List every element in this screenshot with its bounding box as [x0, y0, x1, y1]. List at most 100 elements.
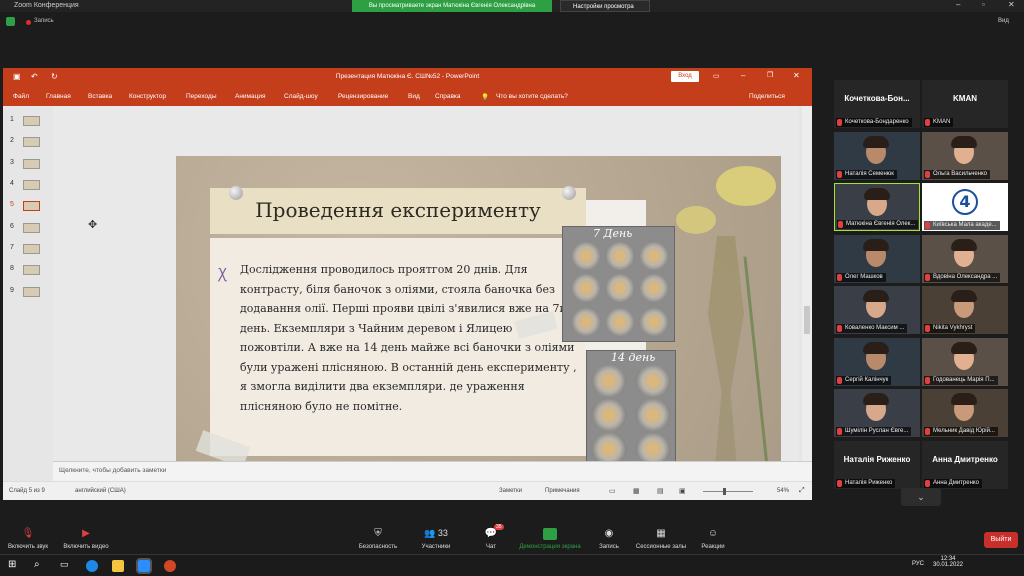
slide[interactable]: Проведення експерименту Ꭓ Дослідження пр…	[176, 156, 781, 497]
tab-insert[interactable]: Вставка	[88, 93, 112, 100]
sorter-view-icon[interactable]: ▦	[633, 487, 640, 495]
windows-start-icon[interactable]: ⊞	[8, 559, 16, 570]
view-button[interactable]: Вид	[998, 18, 1009, 24]
pp-restore-icon[interactable]: ❐	[767, 71, 773, 79]
start-video-button[interactable]: ▶ Включить видео	[58, 528, 114, 550]
chevron-down-icon[interactable]: ⌄	[901, 488, 941, 506]
notes-pane[interactable]: Щелкните, чтобы добавить заметки	[53, 461, 812, 481]
participant-tile[interactable]: Сергій Калінчук	[834, 337, 920, 386]
tab-slideshow[interactable]: Слайд-шоу	[284, 93, 318, 100]
participants-button[interactable]: 👥 33 Участники	[414, 528, 458, 550]
powerpoint-app-icon[interactable]	[164, 560, 176, 572]
task-view-icon[interactable]: ▭	[60, 559, 69, 570]
slide-body-text[interactable]: Дослідження проводилось проятгом 20 днів…	[240, 260, 580, 416]
chat-button[interactable]: 💬 35 Чат	[476, 524, 506, 550]
experiment-photo-day14[interactable]: 14 день	[586, 350, 676, 468]
thumb-number: 7	[10, 244, 14, 251]
mic-muted-icon	[925, 222, 930, 229]
pp-close-icon[interactable]: ✕	[793, 71, 800, 80]
tell-me-input[interactable]: Что вы хотите сделать?	[496, 93, 568, 100]
zoom-slider-thumb[interactable]	[723, 488, 726, 495]
tab-home[interactable]: Главная	[46, 93, 71, 100]
participant-tile[interactable]: Nikita Vykhryst	[922, 286, 1008, 334]
participant-tile[interactable]: Наталія Семенюк	[834, 131, 920, 180]
slide-thumbnail[interactable]	[23, 116, 40, 126]
participants-label: Участники	[421, 544, 451, 550]
participant-tile[interactable]: KMAN KMAN	[922, 80, 1008, 128]
slide-thumbnail[interactable]	[23, 180, 40, 190]
record-label: Запись	[599, 544, 619, 550]
slide-thumbnail[interactable]	[23, 159, 40, 169]
zoom-app-icon[interactable]	[136, 558, 152, 574]
participant-tile[interactable]: 4 Київська Мала акаде...	[922, 183, 1008, 231]
language-indicator[interactable]: РУС	[912, 561, 924, 567]
tab-view[interactable]: Вид	[408, 93, 420, 100]
thumb-number: 1	[10, 116, 14, 123]
pp-minimize-icon[interactable]: –	[741, 71, 745, 80]
vertical-scrollbar[interactable]	[802, 106, 812, 461]
edge-icon[interactable]	[86, 560, 98, 572]
reactions-button[interactable]: ☺ Реакции	[698, 528, 728, 550]
participant-tile[interactable]: Матюкіна Євгенія Олек...	[834, 183, 920, 231]
taskbar-clock[interactable]: 12:34 30.01.2022	[930, 556, 966, 568]
tab-animations[interactable]: Анимация	[235, 93, 266, 100]
maximize-icon[interactable]: ▫	[982, 0, 985, 9]
slide-title[interactable]: Проведення експерименту	[210, 198, 586, 222]
thumb-number: 6	[10, 223, 14, 230]
slide-thumbnail[interactable]	[23, 244, 40, 254]
participant-tile[interactable]: Годованець Марія П...	[922, 337, 1008, 386]
participant-tile[interactable]: Ольга Васильченко	[922, 131, 1008, 180]
minimize-icon[interactable]: –	[956, 0, 960, 9]
reading-view-icon[interactable]: ▤	[657, 487, 664, 495]
close-icon[interactable]: ✕	[1008, 0, 1015, 9]
participant-tile[interactable]: Кочеткова-Бон... Кочеткова-Бондаренко	[834, 80, 920, 128]
language-indicator[interactable]: английский (США)	[75, 488, 126, 494]
mic-muted-icon	[837, 325, 842, 332]
slide-thumbnail-selected[interactable]	[23, 201, 40, 211]
participant-tile[interactable]: Шумілін Руслан Євге...	[834, 389, 920, 437]
participant-tile[interactable]: Олег Машков	[834, 234, 920, 283]
participant-tile[interactable]: Мельник Давід Юрій...	[922, 389, 1008, 437]
participant-tile[interactable]: Коваленко Максим ...	[834, 286, 920, 334]
slideshow-view-icon[interactable]: ▣	[679, 487, 686, 495]
zoom-slider[interactable]	[703, 491, 753, 492]
slide-canvas[interactable]: ✥ Проведення експерименту Ꭓ Дослідження …	[53, 106, 799, 497]
normal-view-icon[interactable]: ▭	[609, 487, 616, 495]
chat-label: Чат	[486, 544, 496, 550]
participant-tile[interactable]: Вдовіна Олександра ...	[922, 234, 1008, 283]
participant-tile[interactable]: Анна Дмитренко Анна Дмитренко	[922, 440, 1008, 489]
view-options-button[interactable]: Настройки просмотра	[560, 0, 650, 12]
slide-thumbnail[interactable]	[23, 223, 40, 233]
slide-thumbnail[interactable]	[23, 265, 40, 275]
mic-muted-icon	[925, 170, 930, 178]
comments-button[interactable]: Примечания	[545, 488, 580, 494]
slide-thumbnail[interactable]	[23, 287, 40, 297]
tab-help[interactable]: Справка	[435, 93, 461, 100]
participant-video-hair	[864, 188, 890, 200]
tab-file[interactable]: Файл	[13, 93, 29, 100]
file-explorer-icon[interactable]	[112, 560, 124, 572]
breakout-rooms-button[interactable]: ▦ Сессионные залы	[632, 528, 690, 550]
search-icon[interactable]: ⌕	[34, 559, 40, 570]
tab-design[interactable]: Конструктор	[129, 93, 166, 100]
mic-muted-icon	[925, 119, 930, 126]
unmute-button[interactable]: 🎙 Включить звук	[4, 528, 52, 550]
tab-transitions[interactable]: Переходы	[186, 93, 217, 100]
experiment-photo-day7[interactable]: 7 День	[562, 226, 675, 342]
share-screen-button[interactable]: Демонстрация экрана	[514, 528, 586, 550]
notes-button[interactable]: Заметки	[499, 488, 522, 494]
security-button[interactable]: ⛨ Безопасность	[352, 528, 404, 550]
ribbon-display-icon[interactable]: ▭	[713, 72, 720, 80]
slide-thumbnail[interactable]	[23, 137, 40, 147]
fit-slide-icon[interactable]: ⤢	[799, 487, 805, 495]
participant-tile[interactable]: Наталія Риженко Наталія Риженко	[834, 440, 920, 489]
login-button[interactable]: Вход	[671, 71, 699, 82]
zoom-level[interactable]: 54%	[777, 488, 789, 494]
leave-button[interactable]: Выйти	[984, 532, 1018, 548]
share-button[interactable]: Поделиться	[749, 93, 785, 100]
shield-icon	[6, 17, 15, 26]
scrollbar-thumb[interactable]	[804, 306, 810, 334]
record-button[interactable]: ◉ Запись	[594, 528, 624, 550]
mic-muted-icon	[925, 376, 930, 384]
tab-review[interactable]: Рецензирование	[338, 93, 388, 100]
